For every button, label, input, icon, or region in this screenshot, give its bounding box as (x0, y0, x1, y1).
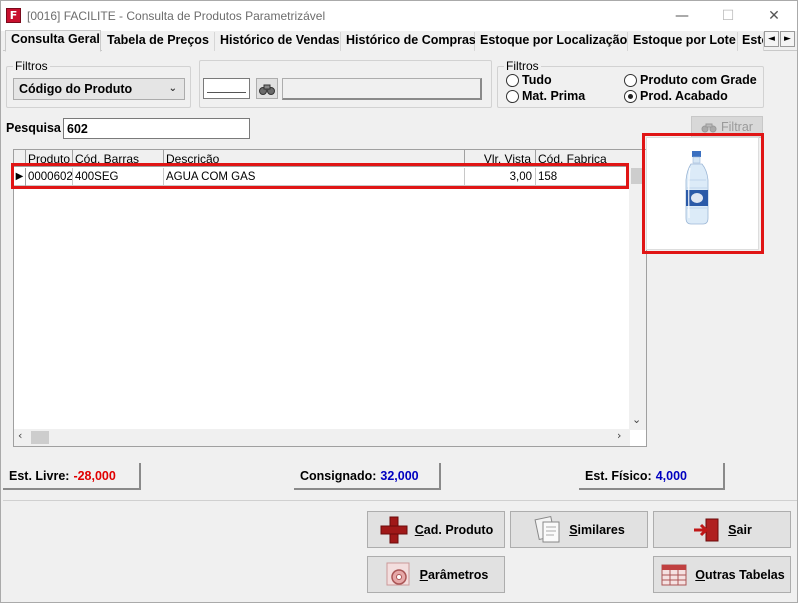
est-fisico-field: Est. Físico: 4,000 (579, 463, 725, 490)
scroll-right-icon[interactable]: › (617, 429, 621, 442)
radio-prod-acabado-dot (624, 89, 637, 103)
tab-scroll-left[interactable]: ◄ (764, 31, 779, 47)
tab-strip: Consulta Geral Tabela de Preços Históric… (3, 30, 797, 52)
parametros-label: Parâmetros (419, 567, 489, 582)
chevron-down-icon: ⌄ (168, 83, 177, 94)
filter-field-value: Código do Produto (19, 82, 133, 96)
minimize-button[interactable]: — (659, 1, 705, 31)
radio-mat-prima[interactable]: Mat. Prima (506, 89, 585, 103)
filter-button-label: Filtrar (721, 120, 753, 134)
binoculars-icon (259, 84, 275, 95)
parametros-button[interactable]: Parâmetros (367, 556, 505, 593)
tab-estoque-lote[interactable]: Estoque por Lote (628, 32, 738, 51)
tab-scroll-right[interactable]: ► (780, 31, 795, 47)
filter-group-middle (199, 60, 492, 108)
sair-label: Sair (728, 522, 752, 537)
filter-field-select[interactable]: Código do Produto ⌄ (13, 78, 185, 100)
est-livre-label: Est. Livre: (9, 468, 70, 483)
products-grid[interactable]: Produto Cód. Barras Descrição Vlr. Vista… (13, 149, 647, 447)
radio-mat-prima-dot (506, 89, 519, 103)
radio-prod-acabado[interactable]: Prod. Acabado (624, 89, 728, 103)
documents-icon (533, 515, 563, 545)
gear-icon (384, 560, 414, 590)
filter-group-left-legend: Filtros (13, 59, 50, 73)
consignado-value: 32,000 (380, 468, 419, 483)
radio-mat-prima-label: Mat. Prima (522, 89, 586, 103)
search-input[interactable] (63, 118, 250, 139)
radio-tudo[interactable]: Tudo (506, 73, 552, 87)
filter-group-right-legend: Filtros (504, 59, 541, 73)
close-button[interactable]: ✕ (751, 1, 797, 31)
scroll-left-icon[interactable]: ‹ (18, 429, 22, 442)
grid-horizontal-scrollbar[interactable]: ‹ › (14, 429, 630, 446)
row-highlight-annotation (11, 163, 629, 189)
window-title: [0016] FACILITE - Consulta de Produtos P… (27, 9, 326, 23)
est-fisico-value: 4,000 (655, 468, 687, 483)
tab-consulta-geral[interactable]: Consulta Geral (5, 30, 101, 52)
radio-tudo-dot (506, 73, 519, 87)
consignado-label: Consignado: (300, 468, 377, 483)
filter-group-left: Filtros Código do Produto ⌄ (6, 59, 191, 108)
similares-label: Similares (569, 522, 625, 537)
table-icon (659, 560, 689, 590)
tab-estoque-localizacao[interactable]: Estoque por Localização (475, 32, 628, 51)
tab-estoque-partial[interactable]: Esto (738, 32, 764, 51)
image-highlight-annotation (642, 133, 764, 254)
tab-historico-compras[interactable]: Histórico de Compras (341, 32, 476, 51)
est-livre-value: -28,000 (73, 468, 116, 483)
cad-produto-button[interactable]: Cad. Produto (367, 511, 505, 548)
binoculars-icon (701, 123, 717, 133)
outras-tabelas-label: Outras Tabelas (695, 567, 785, 582)
exit-door-icon (692, 515, 722, 545)
horizontal-scroll-thumb[interactable] (31, 431, 49, 444)
sair-button[interactable]: Sair (653, 511, 791, 548)
similares-button[interactable]: Similares (510, 511, 648, 548)
radio-produto-grade[interactable]: Produto com Grade (624, 73, 757, 87)
outras-tabelas-button[interactable]: Outras Tabelas (653, 556, 791, 593)
maximize-button[interactable]: ☐ (705, 1, 751, 31)
cad-produto-label: Cad. Produto (414, 522, 494, 537)
scroll-down-icon[interactable]: ⌄ (632, 413, 641, 426)
tab-historico-vendas[interactable]: Histórico de Vendas (215, 32, 341, 51)
radio-tudo-label: Tudo (522, 73, 552, 87)
lookup-button[interactable] (256, 78, 278, 99)
title-bar: F [0016] FACILITE - Consulta de Produtos… (1, 1, 797, 31)
add-product-icon (379, 515, 409, 545)
search-label: Pesquisa (6, 121, 61, 135)
est-livre-field: Est. Livre: -28,000 (3, 463, 141, 490)
radio-produto-grade-label: Produto com Grade (640, 73, 757, 87)
consignado-field: Consignado: 32,000 (294, 463, 441, 490)
filter-group-right: Filtros Tudo Produto com Grade Mat. Prim… (497, 59, 764, 108)
app-icon: F (6, 8, 21, 23)
tab-tabela-precos[interactable]: Tabela de Preços (102, 32, 215, 51)
radio-produto-grade-dot (624, 73, 637, 87)
main-window: F [0016] FACILITE - Consulta de Produtos… (0, 0, 798, 603)
code-input[interactable] (203, 78, 250, 99)
est-fisico-label: Est. Físico: (585, 468, 652, 483)
description-display (282, 78, 482, 100)
radio-prod-acabado-label: Prod. Acabado (640, 89, 728, 103)
